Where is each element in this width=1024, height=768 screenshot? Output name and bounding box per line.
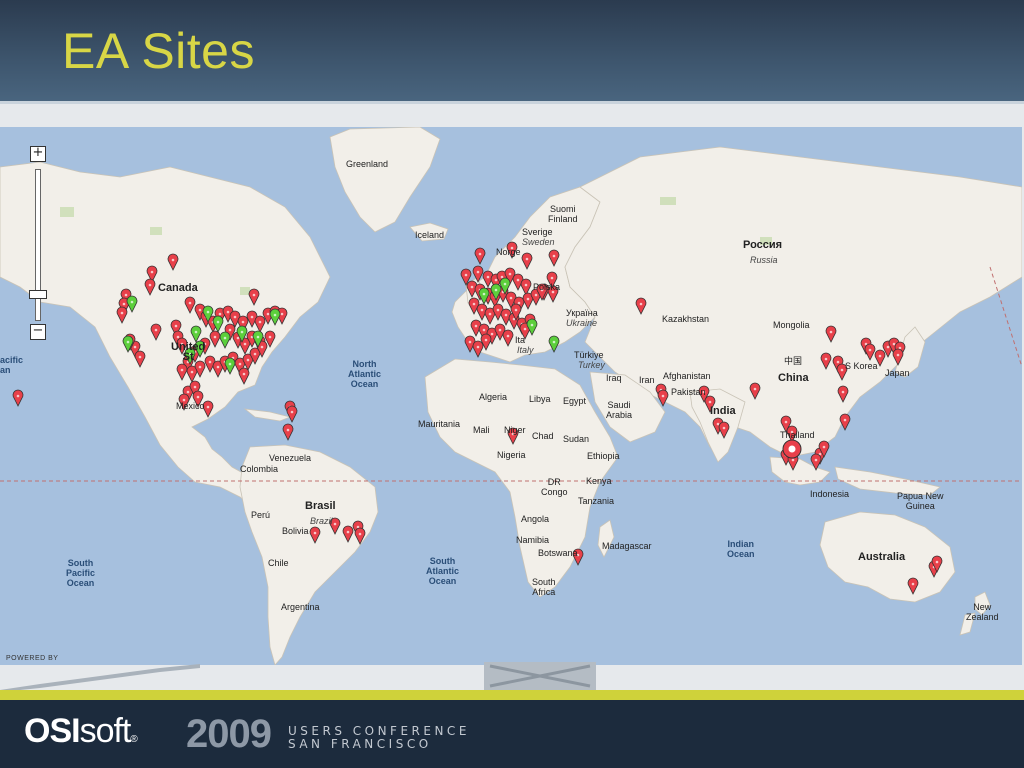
conference-year: 2009 (186, 712, 272, 756)
label-ukraine: Ukraine (566, 318, 598, 328)
label-south-pacific: South Pacific Ocean (66, 558, 96, 588)
label-japan: Japan (885, 368, 910, 378)
label-indonesia: Indonesia (810, 489, 850, 499)
label-sweden: Sweden (522, 237, 555, 247)
label-new-zealand: New Zealand (966, 602, 999, 622)
label-algeria: Algeria (479, 392, 508, 402)
footer-accent-stripe (0, 690, 1024, 700)
label-brasil: Brasil (305, 500, 336, 512)
world-map[interactable]: Greenland Iceland Suomi Finland Sverige … (0, 127, 1022, 665)
label-mali: Mali (473, 425, 490, 435)
zoom-control[interactable]: + − (28, 127, 48, 342)
label-papua: Papua New Guinea (897, 491, 944, 511)
logo-osi: OSI (24, 712, 81, 750)
slide-footer (0, 700, 1024, 768)
label-bolivia: Bolivia (282, 526, 309, 536)
label-rossiya: Россия (743, 239, 783, 251)
label-argentina: Argentina (281, 602, 320, 612)
label-polska: Polska (533, 282, 561, 292)
conference-title: USERS CONFERENCE SAN FRANCISCO (288, 725, 470, 751)
slide-title: EA Sites (62, 23, 255, 79)
zoom-in-button[interactable]: + (30, 146, 46, 162)
label-turkiye: Türkiye (574, 350, 604, 360)
label-australia: Australia (858, 551, 906, 563)
label-colombia: Colombia (240, 464, 279, 474)
label-china: China (778, 372, 809, 384)
label-mauritania: Mauritania (418, 419, 461, 429)
label-canada: Canada (158, 282, 198, 294)
label-drcongo: DR Congo (541, 477, 568, 497)
label-kenya: Kenya (586, 476, 612, 486)
label-norge: Norge (496, 247, 521, 257)
label-brazil: Brazil (310, 516, 333, 526)
powered-by-label: POWERED BY (6, 655, 59, 662)
label-chad: Chad (532, 431, 554, 441)
label-saudi: Saudi Arabia (606, 400, 633, 420)
label-namibia: Namibia (516, 535, 550, 545)
label-egypt: Egypt (563, 396, 587, 406)
label-pacific: acific an (0, 355, 24, 375)
label-zhongguo: 中国 (784, 356, 803, 366)
label-greenland: Greenland (346, 159, 389, 169)
label-north-atlantic: North Atlantic Ocean (348, 359, 382, 389)
label-kazakhstan: Kazakhstan (662, 314, 710, 324)
label-libya: Libya (529, 394, 551, 404)
label-pakistan: Pakistan (671, 387, 706, 397)
zoom-out-button[interactable]: − (30, 324, 46, 340)
label-peru: Perú (251, 510, 271, 520)
label-suomi: Suomi Finland (548, 204, 578, 224)
label-iran: Iran (639, 375, 655, 385)
label-nigeria: Nigeria (497, 450, 526, 460)
label-iceland: Iceland (415, 230, 445, 240)
label-chile: Chile (268, 558, 289, 568)
label-sverige: Sverige (522, 227, 553, 237)
bridge-graphic (0, 662, 596, 692)
label-russia: Russia (750, 255, 778, 265)
label-tanzania: Tanzania (578, 496, 615, 506)
label-india: India (710, 405, 736, 417)
map-canvas[interactable] (0, 127, 1022, 665)
label-botswana: Botswana (538, 548, 578, 558)
label-indian-ocean: Indian Ocean (727, 539, 755, 559)
label-united: United St (171, 341, 206, 363)
logo-soft: soft (79, 712, 132, 750)
label-madagascar: Madagascar (602, 541, 652, 551)
label-mexico: Mexico (176, 401, 205, 411)
label-skorea: S Korea (845, 361, 878, 371)
conference-line-2: SAN FRANCISCO (288, 737, 432, 751)
label-southafrica: South Africa (532, 577, 556, 597)
label-turkey: Turkey (578, 360, 605, 370)
label-mongolia: Mongolia (773, 320, 810, 330)
slide-header: EA Sites (0, 0, 1024, 104)
site-marker-selected[interactable] (782, 439, 802, 459)
label-niger: Niger (504, 425, 526, 435)
label-venezuela: Venezuela (269, 453, 312, 463)
label-sudan: Sudan (563, 434, 590, 444)
label-ethiopia: Ethiopia (587, 451, 620, 461)
label-iraq: Iraq (606, 373, 622, 383)
label-afghanistan: Afghanistan (663, 371, 711, 381)
label-ukraina: Україна (566, 308, 598, 318)
label-angola: Angola (521, 514, 550, 524)
logo-registered: ® (130, 734, 137, 745)
osisoft-logo: OSIsoft® (24, 712, 138, 751)
zoom-slider-thumb[interactable] (29, 290, 47, 299)
label-thailand: Thailand (780, 430, 815, 440)
label-south-atlantic: South Atlantic Ocean (426, 556, 460, 586)
label-ita: Ita (515, 335, 526, 345)
label-italy: Italy (517, 345, 534, 355)
